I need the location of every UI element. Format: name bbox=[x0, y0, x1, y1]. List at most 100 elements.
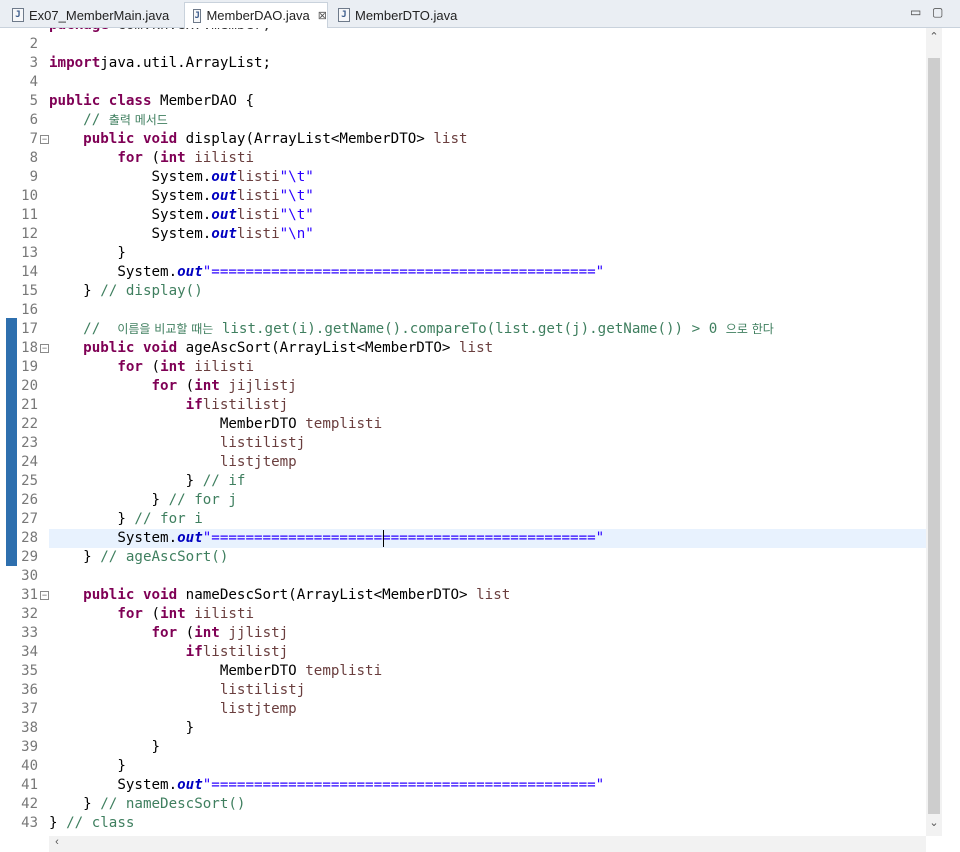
code-line[interactable]: listilistj bbox=[49, 434, 305, 453]
maximize-icon[interactable]: ▢ bbox=[932, 5, 943, 19]
minimize-icon[interactable]: ▭ bbox=[910, 5, 921, 19]
tab-label: Ex07_MemberMain.java bbox=[29, 7, 170, 23]
code-token: i bbox=[194, 150, 203, 166]
text-cursor bbox=[383, 530, 384, 547]
line-number: 38 bbox=[21, 720, 38, 736]
line-number: 43 bbox=[21, 815, 38, 831]
code-line[interactable]: } // for j bbox=[49, 491, 236, 510]
code-token: i bbox=[271, 226, 280, 242]
code-token: 이름을 비교할 때는 bbox=[117, 322, 214, 336]
code-token: list bbox=[236, 226, 272, 242]
tab-ex07-membermain[interactable]: J Ex07_MemberMain.java bbox=[4, 3, 184, 27]
code-token: j bbox=[254, 454, 263, 470]
code-line[interactable]: // 출력 메서드 bbox=[49, 111, 168, 130]
fold-toggle-icon[interactable]: − bbox=[40, 135, 49, 144]
code-line[interactable]: System.outlisti"\t" bbox=[49, 206, 313, 225]
code-line[interactable]: } bbox=[49, 757, 126, 776]
line-number: 26 bbox=[21, 492, 38, 508]
code-line[interactable]: MemberDTO templisti bbox=[49, 415, 382, 434]
code-token: list bbox=[236, 169, 272, 185]
line-number: 6 bbox=[29, 112, 38, 128]
code-line[interactable]: for (int jijlistj bbox=[49, 377, 297, 396]
code-line[interactable]: for (int iilisti bbox=[49, 358, 254, 377]
code-line[interactable]: public void ageAscSort(ArrayList<MemberD… bbox=[49, 339, 493, 358]
scroll-down-icon[interactable]: ⌄ bbox=[926, 816, 942, 829]
code-token: } bbox=[49, 549, 101, 565]
code-line[interactable]: listjtemp bbox=[49, 453, 297, 472]
editor-tab-bar: J Ex07_MemberMain.java J MemberDAO.java … bbox=[0, 0, 960, 28]
code-token: public bbox=[49, 93, 101, 109]
code-token: i bbox=[254, 435, 263, 451]
code-line[interactable]: } bbox=[49, 244, 126, 263]
code-token: java.util.ArrayList; bbox=[100, 55, 272, 71]
code-line[interactable]: for (int iilisti bbox=[49, 605, 254, 624]
code-line[interactable]: } bbox=[49, 738, 160, 757]
code-line[interactable]: public class MemberDAO { bbox=[49, 92, 254, 111]
code-line[interactable]: } // nameDescSort() bbox=[49, 795, 245, 814]
scroll-thumb[interactable] bbox=[928, 58, 940, 814]
tab-memberdao[interactable]: J MemberDAO.java ⊠ bbox=[184, 2, 328, 28]
code-line[interactable]: } // class bbox=[49, 814, 134, 833]
horizontal-scrollbar[interactable]: ‹ bbox=[49, 836, 926, 852]
line-number: 27 bbox=[21, 511, 38, 527]
line-number: 28 bbox=[21, 530, 38, 546]
code-token: } bbox=[49, 473, 203, 489]
code-line[interactable]: public void display(ArrayList<MemberDTO>… bbox=[49, 130, 467, 149]
code-token: ( bbox=[177, 378, 195, 394]
line-number: 18 bbox=[21, 340, 38, 356]
scroll-left-icon[interactable]: ‹ bbox=[49, 836, 65, 848]
line-number: 33 bbox=[21, 625, 38, 641]
code-token: list bbox=[245, 644, 280, 660]
code-token: } bbox=[49, 720, 195, 736]
code-line[interactable]: iflistilistj bbox=[49, 643, 289, 662]
fold-toggle-icon[interactable]: − bbox=[40, 344, 49, 353]
code-text-area[interactable]: package com.kh.ex7.member; importjava.ut… bbox=[49, 28, 926, 836]
code-token: "=======================================… bbox=[202, 264, 605, 280]
line-number: 13 bbox=[21, 245, 38, 261]
line-number: 32 bbox=[21, 606, 38, 622]
code-token: out bbox=[211, 207, 237, 223]
code-line[interactable]: } // display() bbox=[49, 282, 203, 301]
code-line[interactable]: } // ageAscSort() bbox=[49, 548, 228, 567]
line-number: 30 bbox=[21, 568, 38, 584]
line-number: 15 bbox=[21, 283, 38, 299]
code-token: int bbox=[194, 378, 220, 394]
code-line[interactable]: listjtemp bbox=[49, 700, 297, 719]
code-line[interactable]: public void nameDescSort(ArrayList<Membe… bbox=[49, 586, 510, 605]
fold-toggle-icon[interactable]: − bbox=[40, 591, 49, 600]
code-line[interactable]: for (int iilisti bbox=[49, 149, 254, 168]
code-line[interactable]: System.outlisti"\t" bbox=[49, 187, 313, 206]
line-number-gutter: 2 3 4 5 6 7−8 9 10 11 12 13 14 15 16 17 18−19 20 21 22 23 24… bbox=[18, 28, 49, 836]
code-token: // nameDescSort() bbox=[100, 796, 246, 812]
code-line[interactable]: System.outlisti"\n" bbox=[49, 225, 313, 244]
code-line[interactable]: MemberDTO templisti bbox=[49, 662, 382, 681]
tab-memberdto[interactable]: J MemberDTO.java bbox=[330, 3, 480, 27]
code-token: display(ArrayList<MemberDTO> bbox=[177, 131, 434, 147]
code-line[interactable]: System.out"=============================… bbox=[49, 263, 604, 282]
code-token: i bbox=[194, 606, 203, 622]
code-line[interactable]: System.out"=============================… bbox=[49, 529, 604, 548]
scroll-up-icon[interactable]: ⌃ bbox=[926, 30, 942, 43]
line-number: 37 bbox=[21, 701, 38, 717]
code-token: void bbox=[142, 131, 178, 147]
vertical-scrollbar[interactable]: ⌃ ⌄ bbox=[926, 28, 942, 836]
code-line[interactable]: importjava.util.ArrayList; bbox=[49, 54, 271, 73]
code-line[interactable]: System.outlisti"\t" bbox=[49, 168, 313, 187]
code-line[interactable]: iflistilistj bbox=[49, 396, 289, 415]
code-editor[interactable]: 2 3 4 5 6 7−8 9 10 11 12 13 14 15 16 17 18−19 20 21 22 23 24… bbox=[0, 28, 960, 852]
code-line[interactable]: listilistj bbox=[49, 681, 305, 700]
code-token: for bbox=[117, 359, 143, 375]
code-line[interactable]: // 이름을 비교할 때는 list.get(i).getName().comp… bbox=[49, 320, 774, 339]
close-tab-icon[interactable]: ⊠ bbox=[318, 9, 327, 22]
code-line[interactable]: System.out"=============================… bbox=[49, 776, 604, 795]
code-line[interactable]: for (int jjlistj bbox=[49, 624, 289, 643]
code-line[interactable]: } // if bbox=[49, 472, 246, 491]
code-line[interactable]: } bbox=[49, 719, 195, 738]
code-line[interactable]: } // for i bbox=[49, 510, 202, 529]
